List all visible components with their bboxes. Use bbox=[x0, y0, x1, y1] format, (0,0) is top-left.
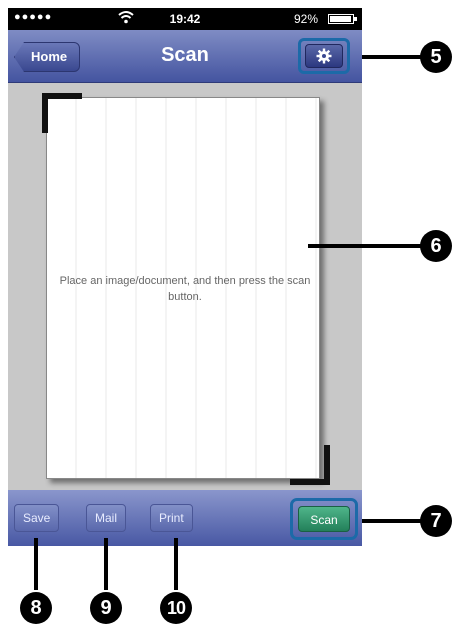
callout-line-8 bbox=[34, 538, 38, 590]
callout-line-5 bbox=[362, 55, 422, 59]
print-button[interactable]: Print bbox=[150, 504, 193, 532]
nav-bar: Home Scan bbox=[8, 30, 362, 83]
settings-highlight bbox=[298, 38, 350, 74]
gear-icon bbox=[316, 48, 332, 64]
save-button[interactable]: Save bbox=[14, 504, 60, 532]
callout-8: 8 bbox=[20, 592, 52, 624]
battery-icon bbox=[328, 14, 357, 24]
bottom-toolbar: Save Mail Print Scan bbox=[8, 490, 362, 546]
scan-preview-area: Place an image/document, and then press … bbox=[8, 83, 362, 490]
preview-hint: Place an image/document, and then press … bbox=[59, 275, 311, 303]
crop-handle-bottom-right[interactable] bbox=[290, 445, 330, 485]
callout-line-7 bbox=[362, 519, 422, 523]
scan-button[interactable]: Scan bbox=[298, 506, 350, 532]
mail-button[interactable]: Mail bbox=[86, 504, 127, 532]
callout-5: 5 bbox=[420, 41, 452, 73]
callout-9: 9 bbox=[90, 592, 122, 624]
callout-10: 10 bbox=[160, 592, 192, 624]
settings-button[interactable] bbox=[305, 44, 343, 68]
callout-7: 7 bbox=[420, 505, 452, 537]
callout-line-10 bbox=[174, 538, 178, 590]
callout-line-6 bbox=[308, 244, 422, 248]
phone-screen: ●●●●● 19:42 92% Home Scan Place an image… bbox=[8, 8, 362, 546]
status-bar: ●●●●● 19:42 92% bbox=[8, 8, 362, 30]
callout-6: 6 bbox=[420, 230, 452, 262]
callout-line-9 bbox=[104, 538, 108, 590]
crop-handle-top-left[interactable] bbox=[42, 93, 82, 133]
scan-highlight: Scan bbox=[290, 498, 358, 540]
battery-percent: 92% bbox=[293, 12, 318, 26]
